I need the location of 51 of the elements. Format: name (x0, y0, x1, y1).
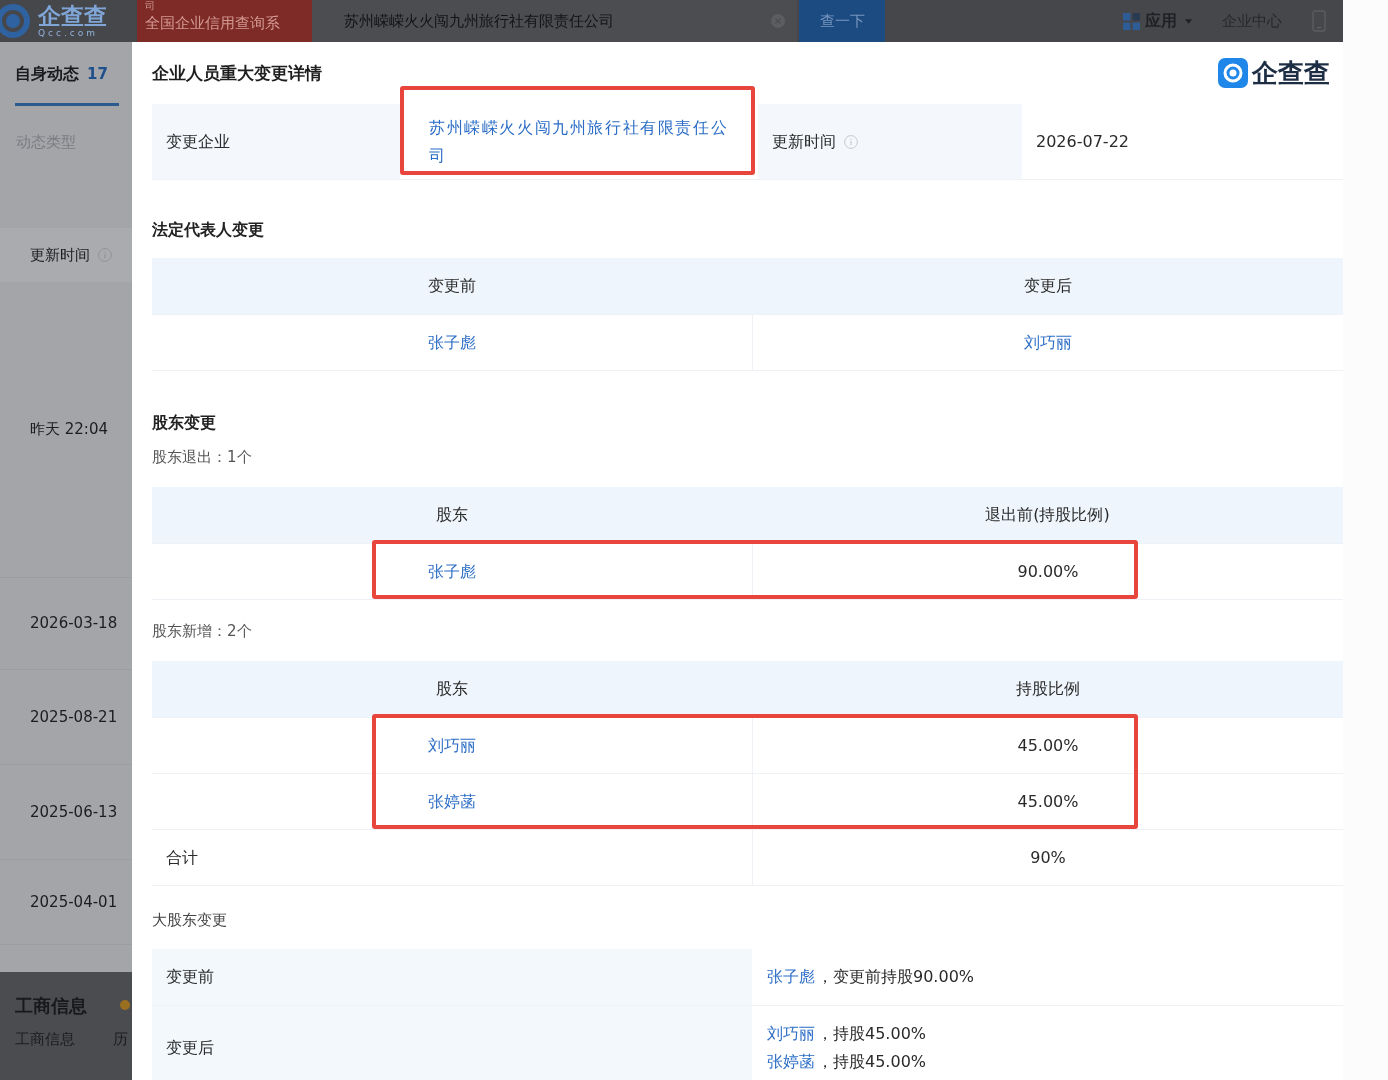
column-header: 变更后 (752, 258, 1343, 314)
company-link[interactable]: 苏州嵘嵘火火闯九州旅行社有限责任公司 (429, 113, 738, 170)
row-label: 变更前 (152, 949, 752, 1005)
update-time: 2025-06-13 (30, 801, 118, 823)
logo-icon (1218, 58, 1248, 88)
holding-note: ，变更前持股90.00% (817, 966, 974, 988)
column-header: 股东 (152, 487, 752, 543)
person-link[interactable]: 刘巧丽 (428, 733, 476, 758)
grid-icon (1123, 12, 1140, 30)
banner-text: 司 (145, 0, 156, 12)
group-caption: 股东退出：1个 (152, 447, 253, 468)
person-link[interactable]: 刘巧丽 (1024, 330, 1072, 355)
column-header: 股东 (152, 661, 752, 717)
column-title: 更新时间 (30, 244, 90, 266)
label-text: 变更企业 (166, 130, 230, 153)
logo-text: 企查查 (38, 4, 107, 28)
person-link[interactable]: 张子彪 (767, 965, 815, 989)
tab-count: 17 (87, 63, 108, 85)
table-cell-text: 90% (1030, 846, 1066, 869)
holding-note: ，持股45.00% (817, 1023, 926, 1045)
person-link[interactable]: 张婷菡 (767, 1050, 815, 1074)
sidebar-tab[interactable]: 自身动态 17 (15, 42, 119, 106)
modal-title: 企业人员重大变更详情 (152, 62, 322, 84)
update-time: 2025-04-01 (30, 891, 118, 913)
field-value: 2026-07-22 (1036, 130, 1129, 153)
search-button[interactable]: 查一下 (799, 0, 885, 42)
section-heading: 股东变更 (152, 412, 217, 434)
update-time: 2026-03-18 (30, 613, 118, 635)
column-header: 变更前 (152, 258, 752, 314)
banner-text: 全国企业信用查询系 (145, 13, 281, 34)
table-cell-text: 合计 (166, 846, 198, 869)
person-link[interactable]: 刘巧丽 (767, 1022, 815, 1046)
column-header: 持股比例 (752, 661, 1343, 717)
caret-icon (1185, 18, 1192, 24)
column-header: 退出前(持股比例) (752, 487, 1343, 543)
person-link[interactable]: 张婷菡 (428, 789, 476, 814)
table-cell-text: 90.00% (1017, 560, 1079, 583)
person-link[interactable]: 张子彪 (428, 330, 476, 355)
section-heading: 大股东变更 (152, 910, 228, 931)
logo-domain: Qcc.com (38, 28, 100, 38)
person-link[interactable]: 张子彪 (428, 559, 476, 584)
update-time: 2025-08-21 (30, 706, 118, 728)
label-text: 更新时间 (772, 130, 836, 153)
brand-name: 企查查 (1252, 58, 1330, 88)
row-label: 变更后 (152, 1006, 752, 1080)
update-time: 昨天 22:04 (30, 419, 108, 441)
table-cell-text: 45.00% (1017, 734, 1079, 757)
holding-note: ，持股45.00% (817, 1051, 926, 1073)
group-caption: 股东新增：2个 (152, 621, 253, 642)
section-heading: 法定代表人变更 (152, 219, 265, 241)
table-cell-text: 45.00% (1017, 790, 1079, 813)
